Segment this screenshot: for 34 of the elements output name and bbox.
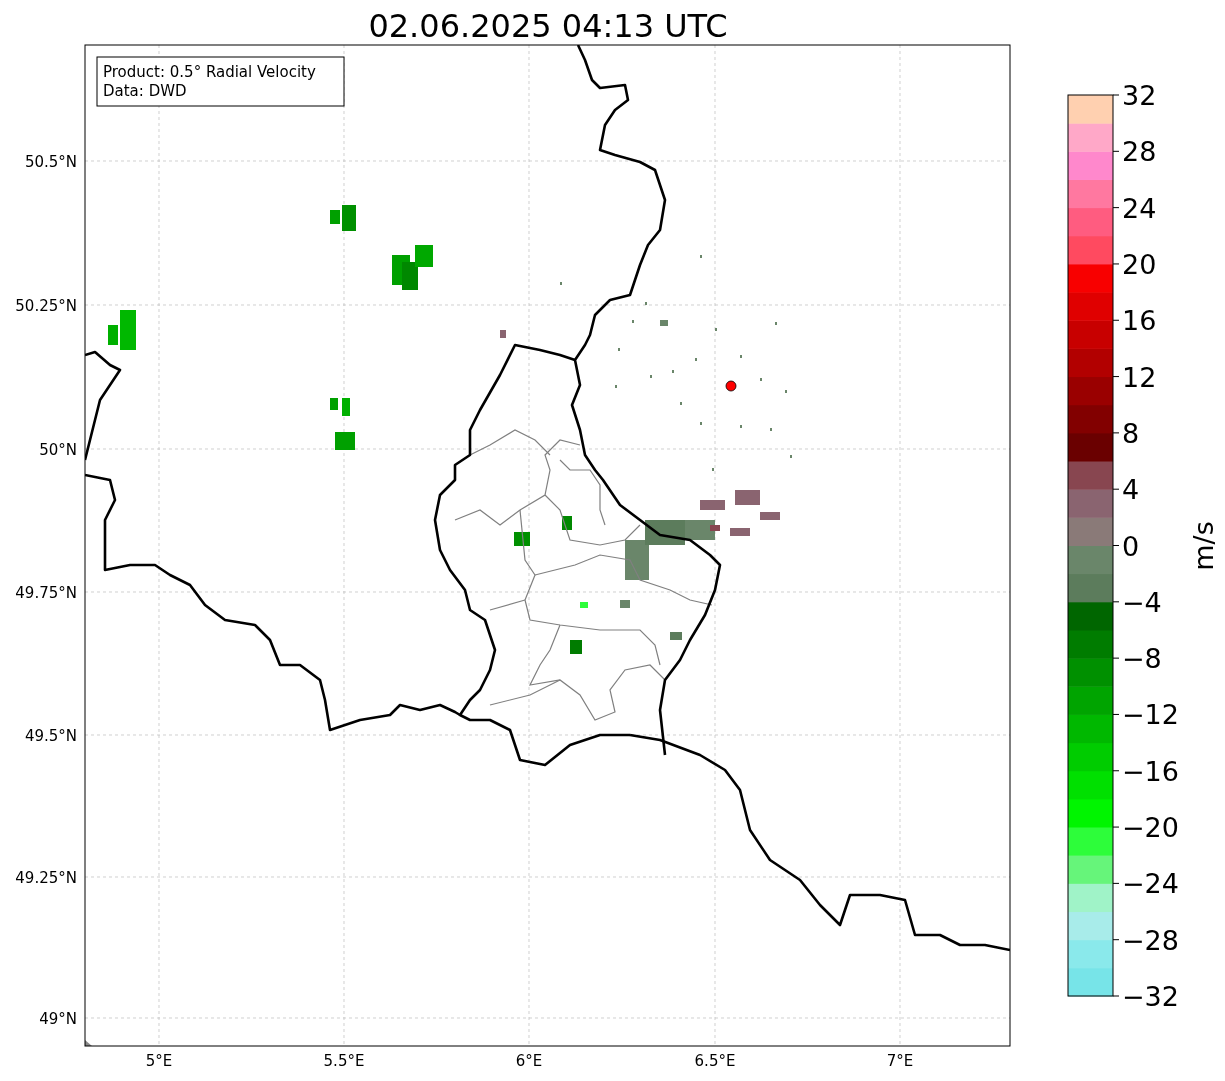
axis-label: 49°N [39, 1010, 77, 1028]
colorbar-tick-label: −16 [1122, 755, 1179, 787]
colorbar-tick-label: 4 [1122, 474, 1140, 506]
chart-title: 02.06.2025 04:13 UTC [368, 7, 728, 45]
colorbar-tick-label: 0 [1122, 530, 1140, 562]
colorbar-tick-label: 20 [1122, 248, 1157, 280]
legend-text: Product: 0.5° Radial Velocity [103, 63, 316, 81]
colorbar-tick-label: 8 [1122, 417, 1140, 449]
colorbar-tick-label: 12 [1122, 361, 1157, 393]
axis-label: 6°E [515, 1052, 543, 1070]
radar-site-marker [725, 380, 737, 392]
axis-label: 5°E [145, 1052, 173, 1070]
axis-label: 5.5°E [323, 1052, 365, 1070]
axis-label: 50.5°N [24, 153, 77, 171]
colorbar-tick-label: −24 [1122, 868, 1179, 900]
colorbar-tick-label: −20 [1122, 812, 1179, 844]
axis-label: 49.5°N [24, 727, 77, 745]
colorbar-tick-label: −32 [1122, 981, 1179, 1012]
axis-label: 50°N [39, 441, 77, 459]
colorbar-tick-label: −28 [1122, 924, 1179, 956]
axis-label: 49.25°N [15, 869, 77, 887]
legend-text: Data: DWD [103, 82, 187, 100]
colorbar-tick-label: 28 [1122, 136, 1157, 168]
colorbar-tick-label: 16 [1122, 305, 1157, 337]
axis-label: 50.25°N [15, 297, 77, 315]
colorbar-label: m/s [1188, 521, 1219, 571]
axis-label: 6.5°E [694, 1052, 736, 1070]
axis-label: 49.75°N [15, 584, 77, 602]
colorbar-tick-label: −12 [1122, 699, 1179, 731]
axis-label: 7°E [886, 1052, 914, 1070]
colorbar-tick-label: −8 [1122, 643, 1162, 675]
colorbar-tick-label: −4 [1122, 586, 1162, 618]
colorbar-tick-label: 32 [1122, 80, 1157, 111]
colorbar-tick-label: 24 [1122, 192, 1157, 224]
